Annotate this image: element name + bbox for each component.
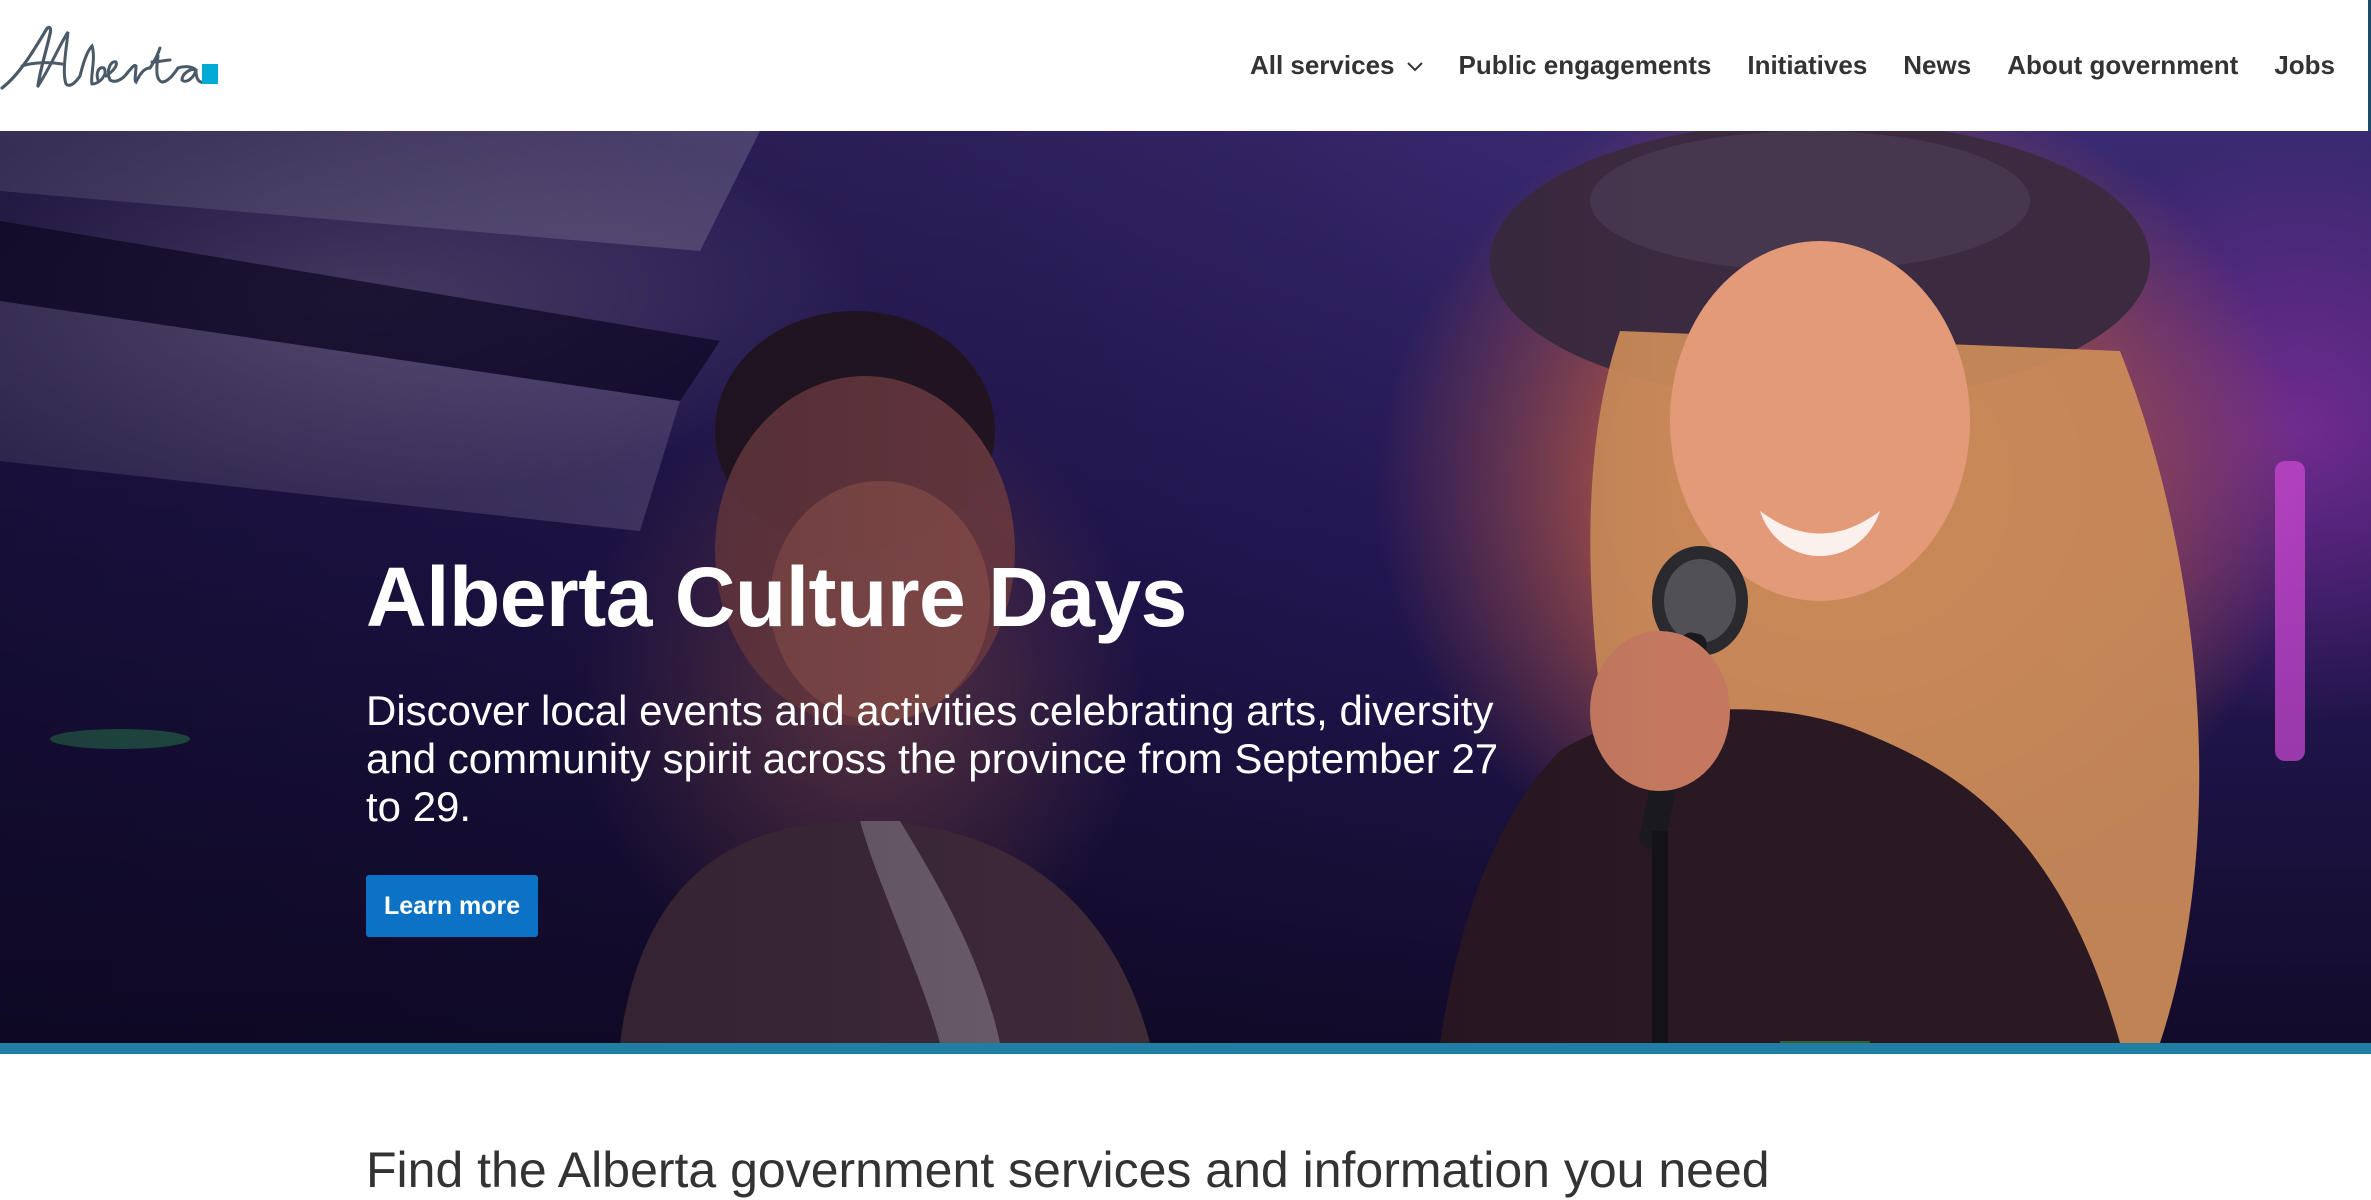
- nav-jobs[interactable]: Jobs: [2274, 50, 2335, 81]
- nav-about-government[interactable]: About government: [2007, 50, 2238, 81]
- hero-content: Alberta Culture Days Discover local even…: [366, 550, 1566, 938]
- hero-title: Alberta Culture Days: [366, 550, 1187, 644]
- services-intro-heading: Find the Alberta government services and…: [366, 1142, 1770, 1198]
- chevron-down-icon: [1406, 48, 1423, 79]
- nav-all-services-label: All services: [1249, 50, 1395, 80]
- hero-description: Discover local events and activities cel…: [366, 687, 1499, 831]
- nav-all-services[interactable]: All services: [1250, 50, 1423, 81]
- nav-initiatives[interactable]: Initiatives: [1747, 50, 1867, 81]
- hero-banner: Alberta Culture Days Discover local even…: [0, 131, 2371, 1043]
- alberta-logo: [0, 25, 218, 90]
- nav-public-engagements[interactable]: Public engagements: [1459, 50, 1712, 81]
- main-nav: All services Public engagements Initiati…: [1250, 0, 2335, 131]
- alberta-logo-link[interactable]: [0, 22, 230, 102]
- nav-news[interactable]: News: [1903, 50, 1971, 81]
- site-header: All services Public engagements Initiati…: [0, 0, 2371, 131]
- hero-divider: [0, 1043, 2371, 1054]
- learn-more-button[interactable]: Learn more: [366, 875, 539, 938]
